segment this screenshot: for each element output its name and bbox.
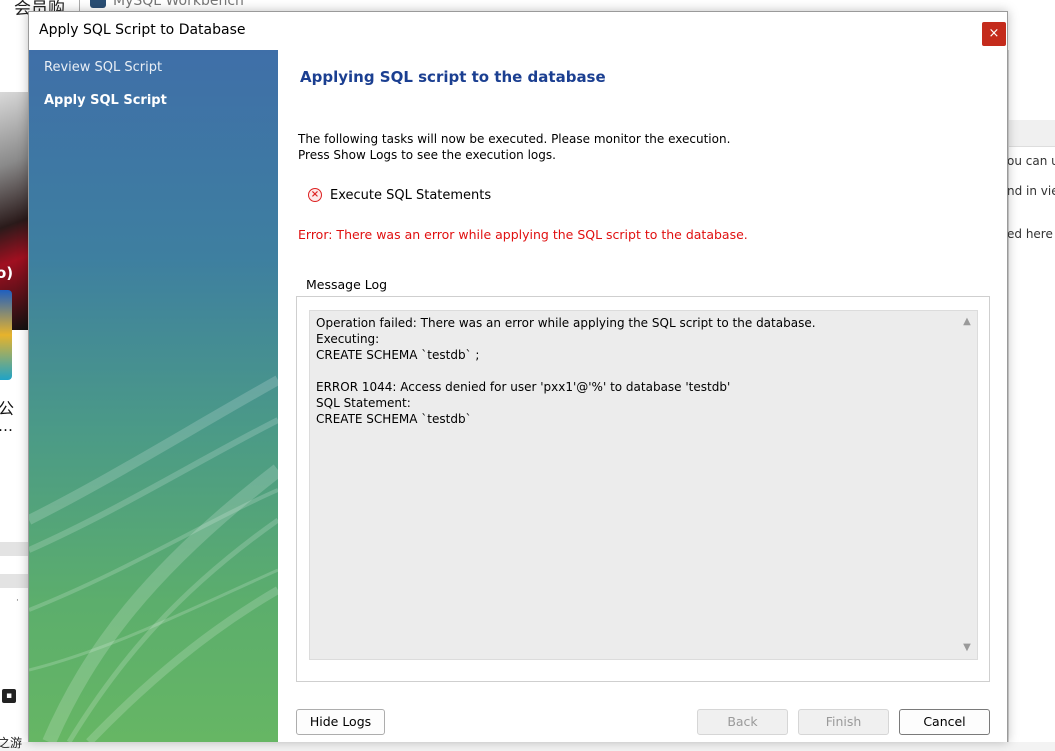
background-text: 公 <box>0 399 15 418</box>
background-text: … <box>0 417 13 435</box>
background-text: ed here v <box>1007 227 1055 241</box>
page-title: Applying SQL script to the database <box>300 68 606 86</box>
finish-button[interactable]: Finish <box>798 709 889 735</box>
scroll-down-arrow-icon[interactable]: ▼ <box>960 641 974 655</box>
wizard-sidebar: Review SQL Script Apply SQL Script <box>29 50 278 742</box>
background-strip <box>1009 120 1055 147</box>
close-button[interactable]: × <box>982 22 1006 46</box>
intro-text-line2: Press Show Logs to see the execution log… <box>298 148 556 162</box>
background-app-icon <box>0 290 12 380</box>
scroll-up-arrow-icon[interactable]: ▲ <box>960 315 974 329</box>
close-icon: × <box>988 26 1000 41</box>
apply-sql-dialog: Apply SQL Script to Database × Review SQ… <box>28 11 1008 742</box>
sidebar-item-review-sql-script: Review SQL Script <box>44 60 163 75</box>
dialog-titlebar[interactable]: Apply SQL Script to Database × <box>29 12 1007 50</box>
task-label: Execute SQL Statements <box>330 187 492 203</box>
error-message: Error: There was an error while applying… <box>298 227 748 242</box>
background-badge: o) <box>0 264 14 282</box>
intro-text-line1: The following tasks will now be executed… <box>298 132 731 146</box>
background-text: nd in vie <box>1007 184 1055 198</box>
background-band <box>0 542 28 556</box>
background-text: ou can u <box>1007 154 1055 168</box>
message-log-textarea[interactable]: Operation failed: There was an error whi… <box>309 310 978 660</box>
mysql-workbench-icon <box>90 0 106 8</box>
cancel-button[interactable]: Cancel <box>899 709 990 735</box>
sidebar-decoration <box>29 375 278 742</box>
wizard-content: Applying SQL script to the database The … <box>278 50 1007 742</box>
message-log-text[interactable]: Operation failed: There was an error whi… <box>316 315 956 427</box>
background-text: 之游 <box>0 736 23 750</box>
background-window-right: ou can u nd in vie ed here v <box>1007 50 1055 742</box>
background-band <box>0 574 28 588</box>
background-window-left: o) 公 … · ▪ 之游 <box>0 62 28 750</box>
message-log-label: Message Log <box>302 277 392 292</box>
hide-logs-button[interactable]: Hide Logs <box>296 709 385 735</box>
back-button[interactable]: Back <box>697 709 788 735</box>
task-execute-sql-statements: × Execute SQL Statements <box>308 186 491 204</box>
error-x-icon: × <box>308 188 322 202</box>
sidebar-item-apply-sql-script: Apply SQL Script <box>44 93 167 108</box>
taskbar-icon: ▪ <box>2 689 16 703</box>
background-text: · <box>16 596 19 606</box>
background-app-title: MySQL Workbench <box>113 0 244 9</box>
dialog-title: Apply SQL Script to Database <box>39 22 246 38</box>
